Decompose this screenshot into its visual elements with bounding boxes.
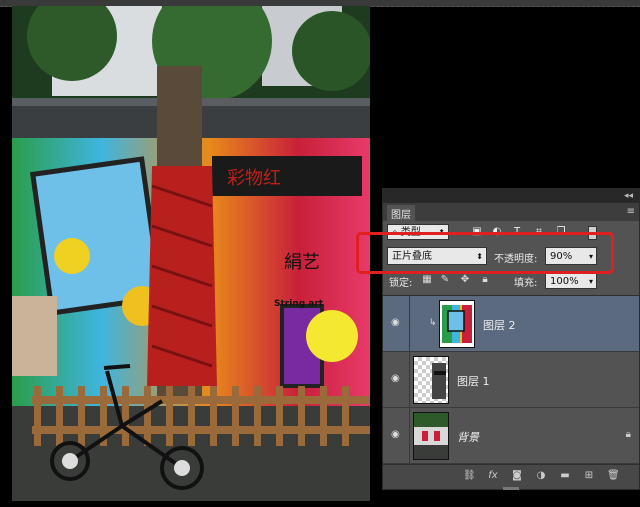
divider: [409, 408, 410, 463]
trash-icon[interactable]: 🗑︎: [607, 470, 620, 482]
layer-thumbnail: [413, 356, 449, 404]
banner-text: 彩物红: [227, 168, 281, 189]
sign-subtext: String art: [274, 299, 324, 309]
chevron-down-icon[interactable]: ▾: [589, 273, 593, 290]
panel-resize-handle[interactable]: [503, 487, 519, 490]
panel-title-bar[interactable]: ◂◂: [383, 189, 639, 203]
document-canvas[interactable]: 絹艺 String art 彩物红: [12, 6, 370, 501]
add-mask-icon[interactable]: ◙: [511, 470, 523, 482]
visibility-eye-icon[interactable]: ◉: [391, 430, 403, 440]
new-layer-icon[interactable]: ⊞: [583, 470, 595, 482]
layer-thumbnail: [439, 300, 475, 348]
lock-label: 锁定:: [389, 278, 413, 289]
layer-name[interactable]: 图层 2: [483, 317, 516, 333]
fill-label: 填充:: [514, 278, 538, 289]
lock-icon: 🔒︎: [625, 429, 631, 440]
clipping-mask-icon: ↳: [429, 318, 437, 328]
lock-transparent-pixels-icon[interactable]: ▦: [421, 274, 433, 286]
divider: [409, 352, 410, 407]
lock-all-icon[interactable]: 🔒︎: [479, 274, 491, 286]
highlight-annotation-box: [356, 232, 614, 274]
panel-menu-icon[interactable]: ≡: [627, 206, 635, 217]
layer-row-layer-1[interactable]: ◉ 图层 1: [383, 352, 639, 408]
layer-thumbnail: [413, 412, 449, 460]
layer-row-background[interactable]: ◉ 背景 🔒︎: [383, 408, 639, 464]
adjustment-layer-icon[interactable]: ◑: [535, 470, 547, 482]
lock-row: 锁定: ▦ ✎ ✥ 🔒︎ 填充: 100% ▾: [383, 271, 639, 291]
visibility-eye-icon[interactable]: ◉: [391, 318, 403, 328]
layer-name[interactable]: 背景: [457, 429, 479, 445]
layer-list: ◉ ↳ 图层 2 ◉ 图层 1 ◉ 背景 🔒︎: [383, 295, 639, 464]
layer-style-fx-icon[interactable]: fx: [487, 470, 499, 482]
layer-row-layer-2[interactable]: ◉ ↳ 图层 2: [383, 296, 639, 352]
link-layers-icon[interactable]: ⛓: [463, 470, 476, 482]
fill-value: 100%: [550, 276, 579, 287]
collapse-panel-icon[interactable]: ◂◂: [624, 189, 633, 203]
visibility-eye-icon[interactable]: ◉: [391, 374, 403, 384]
new-group-folder-icon[interactable]: ▬: [559, 470, 571, 482]
sign-text: 絹艺: [284, 252, 320, 273]
street-art-photo: 絹艺 String art 彩物红: [12, 6, 370, 501]
lock-image-pixels-icon[interactable]: ✎: [439, 274, 451, 286]
layer-name[interactable]: 图层 1: [457, 373, 490, 389]
panel-tab-row: 图层 ≡: [383, 203, 639, 222]
lock-position-icon[interactable]: ✥: [459, 274, 471, 286]
panel-bottom-toolbar: ⛓ fx ◙ ◑ ▬ ⊞ 🗑︎: [383, 464, 639, 490]
divider: [409, 296, 410, 351]
fill-input[interactable]: 100% ▾: [545, 272, 597, 289]
tab-layers[interactable]: 图层: [387, 205, 415, 222]
